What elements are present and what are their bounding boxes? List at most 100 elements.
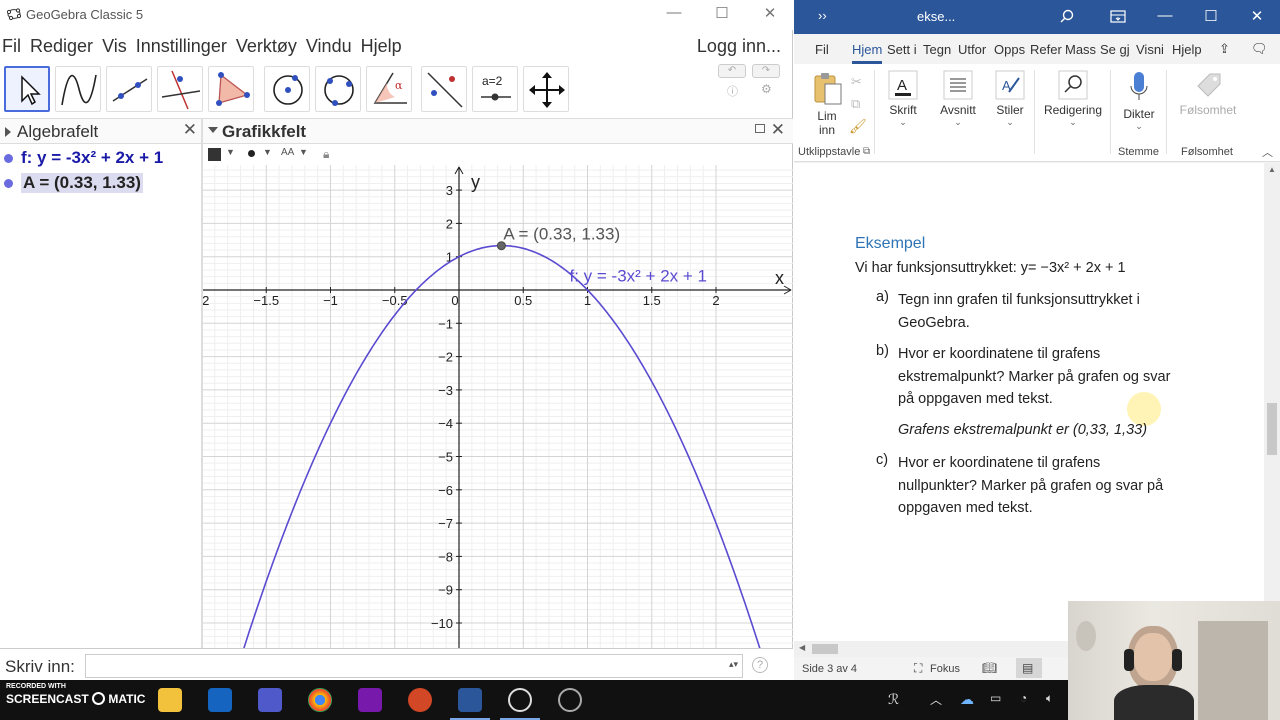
settings-gear-icon[interactable]: ⚙ xyxy=(761,82,772,96)
reflect-tool-button[interactable] xyxy=(421,66,467,112)
word-close-button[interactable]: ✕ xyxy=(1244,7,1270,25)
cut-icon[interactable]: ✂ xyxy=(851,74,862,90)
visibility-toggle-icon[interactable] xyxy=(4,154,13,163)
menu-fil[interactable]: Fil xyxy=(2,36,21,56)
chevron-updown-icon[interactable]: ▴▾ xyxy=(729,659,738,670)
paste-button[interactable]: Lim inn xyxy=(808,64,848,137)
tab-se-gjennom[interactable]: Se gj xyxy=(1100,42,1130,57)
sensitivity-button[interactable]: Følsomhet xyxy=(1176,64,1240,117)
menu-innstillinger[interactable]: Innstillinger xyxy=(136,36,227,56)
chevron-down-icon[interactable]: ▼ xyxy=(299,147,308,157)
perpendicular-line-tool-button[interactable] xyxy=(157,66,203,112)
file-explorer-icon[interactable] xyxy=(158,688,182,712)
collapse-ribbon-icon[interactable]: ︿ xyxy=(1262,144,1273,160)
collapse-triangle-icon[interactable] xyxy=(208,127,218,133)
vertical-scrollbar[interactable]: ▲ xyxy=(1264,163,1280,641)
tab-fil[interactable]: Fil xyxy=(815,42,829,57)
function-tool-button[interactable] xyxy=(55,66,101,112)
scroll-thumb[interactable] xyxy=(1267,403,1277,455)
format-painter-icon[interactable]: 🖌︎ xyxy=(849,118,867,135)
share-icon[interactable]: ⇪ xyxy=(1219,41,1230,57)
onenote-icon[interactable] xyxy=(358,688,382,712)
powerpoint-icon[interactable] xyxy=(408,688,432,712)
move-tool-button[interactable] xyxy=(4,66,50,112)
word-minimize-button[interactable]: — xyxy=(1152,7,1178,24)
input-field[interactable]: ▴▾ xyxy=(85,654,743,678)
point-style-icon[interactable] xyxy=(248,150,255,157)
chrome-icon[interactable] xyxy=(308,688,332,712)
angle-tool-button[interactable]: α xyxy=(366,66,412,112)
quick-access-chevron-icon[interactable]: ›› xyxy=(818,8,827,23)
line-tool-button[interactable] xyxy=(106,66,152,112)
onedrive-icon[interactable]: ☁ xyxy=(960,691,974,708)
close-algebra-view-icon[interactable]: ✕ xyxy=(183,120,197,140)
tab-tegn[interactable]: Tegn xyxy=(923,42,951,57)
chevron-down-icon[interactable]: ▼ xyxy=(226,147,235,157)
paragraph-button[interactable]: Avsnitt ⌄ xyxy=(934,64,982,128)
circle-tool-button[interactable] xyxy=(264,66,310,112)
lock-icon[interactable]: 🔒︎ xyxy=(323,147,329,162)
graphics-canvas[interactable]: −2−1.5−1−0.500.511.52321−1−2−3−4−5−6−7−8… xyxy=(203,165,793,648)
scroll-up-icon[interactable]: ▲ xyxy=(1268,165,1276,174)
screencast-taskbar-icon[interactable] xyxy=(558,688,582,712)
menu-vis[interactable]: Vis xyxy=(102,36,127,56)
focus-label[interactable]: Fokus xyxy=(930,663,960,675)
redo-button[interactable]: ↷ xyxy=(752,64,780,78)
styles-button[interactable]: A Stiler ⌄ xyxy=(990,64,1030,128)
ribbon-display-icon[interactable] xyxy=(1110,10,1126,23)
battery-icon[interactable]: ▭ xyxy=(990,691,1001,705)
slider-tool-button[interactable]: a=2 xyxy=(472,66,518,112)
close-button[interactable]: ✕ xyxy=(758,4,782,22)
tab-masseutsendelser[interactable]: Mass xyxy=(1065,42,1096,57)
undo-button[interactable]: ↶ xyxy=(718,64,746,78)
chevron-down-icon[interactable]: ▼ xyxy=(263,147,272,157)
word-icon[interactable] xyxy=(458,688,482,712)
collapse-triangle-icon[interactable] xyxy=(5,127,11,137)
hscroll-thumb[interactable] xyxy=(812,644,838,654)
tab-hjem[interactable]: Hjem xyxy=(852,42,882,57)
teams-icon[interactable] xyxy=(258,688,282,712)
search-icon[interactable] xyxy=(1060,9,1074,23)
network-icon[interactable]: ◔ xyxy=(1020,691,1027,705)
menu-rediger[interactable]: Rediger xyxy=(30,36,93,56)
geogebra-taskbar-icon[interactable] xyxy=(508,688,532,712)
document-page[interactable]: Eksempel Vi har funksjonsuttrykket: y= −… xyxy=(794,163,1264,641)
scroll-left-icon[interactable]: ◀ xyxy=(799,643,805,652)
menu-verktoy[interactable]: Verktøy xyxy=(236,36,297,56)
tab-referanser[interactable]: Refer xyxy=(1030,42,1062,57)
algebra-item-function[interactable]: f: y = -3x² + 2x + 1 xyxy=(0,146,202,171)
outlook-icon[interactable] xyxy=(208,688,232,712)
color-swatch-icon[interactable] xyxy=(208,148,221,161)
tab-hjelp[interactable]: Hjelp xyxy=(1172,42,1202,57)
tray-chevron-icon[interactable]: ︿ xyxy=(930,691,942,708)
close-graphics-view-icon[interactable]: ✕ xyxy=(771,120,785,140)
dictate-button[interactable]: Dikter ⌄ xyxy=(1120,64,1158,132)
input-help-icon[interactable]: ? xyxy=(752,657,768,673)
font-button[interactable]: A Skrift ⌄ xyxy=(882,64,924,128)
conic-tool-button[interactable] xyxy=(315,66,361,112)
tab-oppsett[interactable]: Opps xyxy=(994,42,1025,57)
comments-icon[interactable]: 🗨︎ xyxy=(1251,41,1268,57)
word-maximize-button[interactable]: ☐ xyxy=(1198,7,1224,25)
polygon-tool-button[interactable] xyxy=(208,66,254,112)
help-icon[interactable]: ⓘ xyxy=(727,83,738,99)
minimize-button[interactable]: — xyxy=(662,4,686,21)
login-link[interactable]: Logg inn... xyxy=(697,36,781,57)
visibility-toggle-icon[interactable] xyxy=(4,179,13,188)
move-graphics-view-button[interactable] xyxy=(523,66,569,112)
copy-icon[interactable]: ⧉ xyxy=(851,96,860,112)
maximize-button[interactable]: ☐ xyxy=(710,4,734,22)
menu-hjelp[interactable]: Hjelp xyxy=(361,36,402,56)
read-mode-icon[interactable]: 📖︎ xyxy=(982,661,997,675)
volume-icon[interactable]: 🔈︎ xyxy=(1046,691,1053,706)
dialog-launcher-icon[interactable]: ⧉ xyxy=(863,146,870,157)
tab-visning[interactable]: Visni xyxy=(1136,42,1164,57)
people-icon[interactable]: ℛ xyxy=(888,691,899,708)
label-size-icon[interactable]: AA xyxy=(281,147,294,158)
menu-vindu[interactable]: Vindu xyxy=(306,36,352,56)
algebra-item-point[interactable]: A = (0.33, 1.33) xyxy=(0,171,202,196)
tab-utforming[interactable]: Utfor xyxy=(958,42,986,57)
editing-button[interactable]: Redigering ⌄ xyxy=(1040,64,1106,128)
tab-sett-inn[interactable]: Sett i xyxy=(887,42,917,57)
undock-icon[interactable] xyxy=(755,124,765,133)
